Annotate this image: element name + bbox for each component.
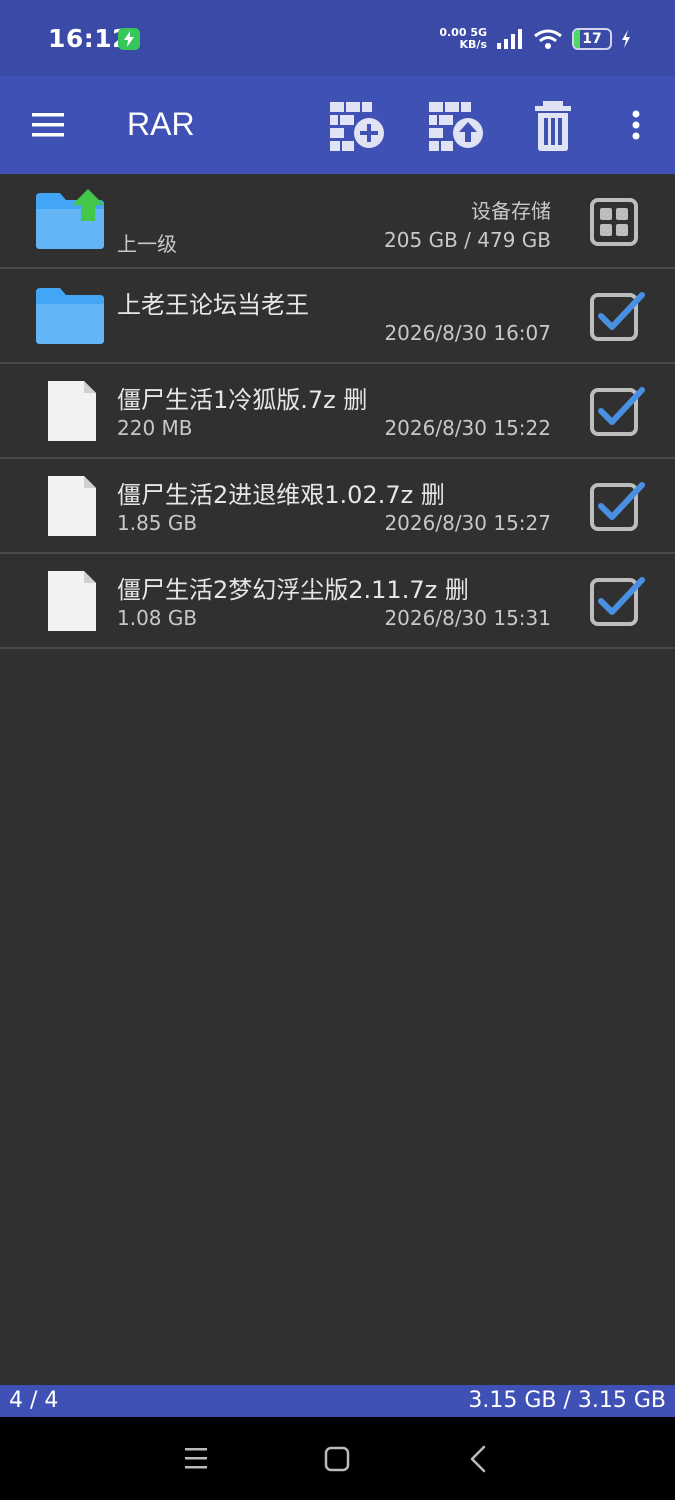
file-list: 上一级 设备存储 205 GB / 479 GB 上老王论坛当老王 2026/8… (0, 174, 675, 649)
folder-up-icon (34, 189, 108, 253)
item-checkbox[interactable] (585, 291, 645, 343)
menu-icon (32, 113, 64, 137)
battery-indicator: 17 (572, 28, 612, 50)
list-item-parent[interactable]: 上一级 设备存储 205 GB / 479 GB (0, 174, 675, 269)
extract-archive-button[interactable] (426, 98, 488, 154)
select-all-button[interactable] (585, 196, 645, 248)
item-size: 220 MB (117, 416, 193, 440)
status-right-cluster: 0.00 5G KB/s 17 (439, 22, 631, 56)
list-item-folder[interactable]: 上老王论坛当老王 2026/8/30 16:07 (0, 269, 675, 364)
item-checkbox[interactable] (585, 576, 645, 628)
file-icon (34, 474, 108, 538)
add-to-archive-icon (330, 102, 384, 151)
item-date: 2026/8/30 15:27 (384, 511, 551, 535)
menu-button[interactable] (24, 103, 74, 147)
signal-icon (497, 29, 522, 49)
home-button[interactable] (317, 1439, 357, 1479)
home-icon (324, 1446, 350, 1472)
network-speed: 0.00 5G KB/s (439, 27, 487, 51)
selection-size: 3.15 GB / 3.15 GB (468, 1388, 666, 1413)
item-date: 2026/8/30 15:31 (384, 606, 551, 630)
wifi-icon (534, 29, 562, 49)
item-date: 2026/8/30 16:07 (384, 321, 551, 345)
select-all-icon (590, 198, 638, 246)
list-item-file[interactable]: 僵尸生活2梦幻浮尘版2.11.7z 删 1.08 GB 2026/8/30 15… (0, 554, 675, 649)
checkbox-checked-icon (590, 387, 645, 436)
battery-level: 17 (582, 31, 602, 47)
battery-fill (574, 30, 581, 48)
back-button[interactable] (458, 1439, 498, 1479)
add-to-archive-button[interactable] (327, 98, 389, 154)
item-checkbox[interactable] (585, 386, 645, 438)
item-checkbox[interactable] (585, 481, 645, 533)
file-icon (34, 569, 108, 633)
status-bar: 16:12 0.00 5G KB/s 17 (0, 0, 675, 76)
file-icon (34, 379, 108, 443)
page-title: RAR (127, 106, 195, 142)
recents-icon (185, 1448, 207, 1469)
selection-summary-bar: 4 / 4 3.15 GB / 3.15 GB (0, 1385, 675, 1417)
app-bar: RAR (0, 76, 675, 174)
list-item-file[interactable]: 僵尸生活1冷狐版.7z 删 220 MB 2026/8/30 15:22 (0, 364, 675, 459)
extract-archive-icon (429, 102, 483, 151)
recents-button[interactable] (176, 1439, 216, 1479)
trash-icon (535, 101, 571, 151)
item-name: 僵尸生活2进退维艰1.02.7z 删 (117, 481, 445, 509)
more-vert-icon (632, 110, 640, 140)
storage-label: 设备存储 (471, 199, 551, 223)
back-icon (470, 1445, 486, 1473)
folder-icon (34, 284, 108, 348)
parent-label: 上一级 (117, 232, 177, 256)
checkbox-checked-icon (590, 292, 645, 341)
network-speed-unit: KB/s (459, 38, 487, 51)
list-item-file[interactable]: 僵尸生活2进退维艰1.02.7z 删 1.85 GB 2026/8/30 15:… (0, 459, 675, 554)
item-date: 2026/8/30 15:22 (384, 416, 551, 440)
item-size: 1.85 GB (117, 511, 198, 535)
storage-usage: 205 GB / 479 GB (384, 228, 551, 252)
item-name: 僵尸生活1冷狐版.7z 删 (117, 386, 368, 414)
charging-indicator-icon (118, 28, 140, 50)
checkbox-checked-icon (590, 577, 645, 626)
item-size: 1.08 GB (117, 606, 198, 630)
delete-button[interactable] (525, 98, 587, 154)
item-name: 僵尸生活2梦幻浮尘版2.11.7z 删 (117, 576, 469, 604)
item-name: 上老王论坛当老王 (117, 291, 309, 319)
more-options-button[interactable] (612, 98, 660, 154)
system-nav-bar (0, 1417, 675, 1500)
charging-icon (622, 30, 630, 48)
selection-count: 4 / 4 (9, 1388, 59, 1413)
checkbox-checked-icon (590, 482, 645, 531)
